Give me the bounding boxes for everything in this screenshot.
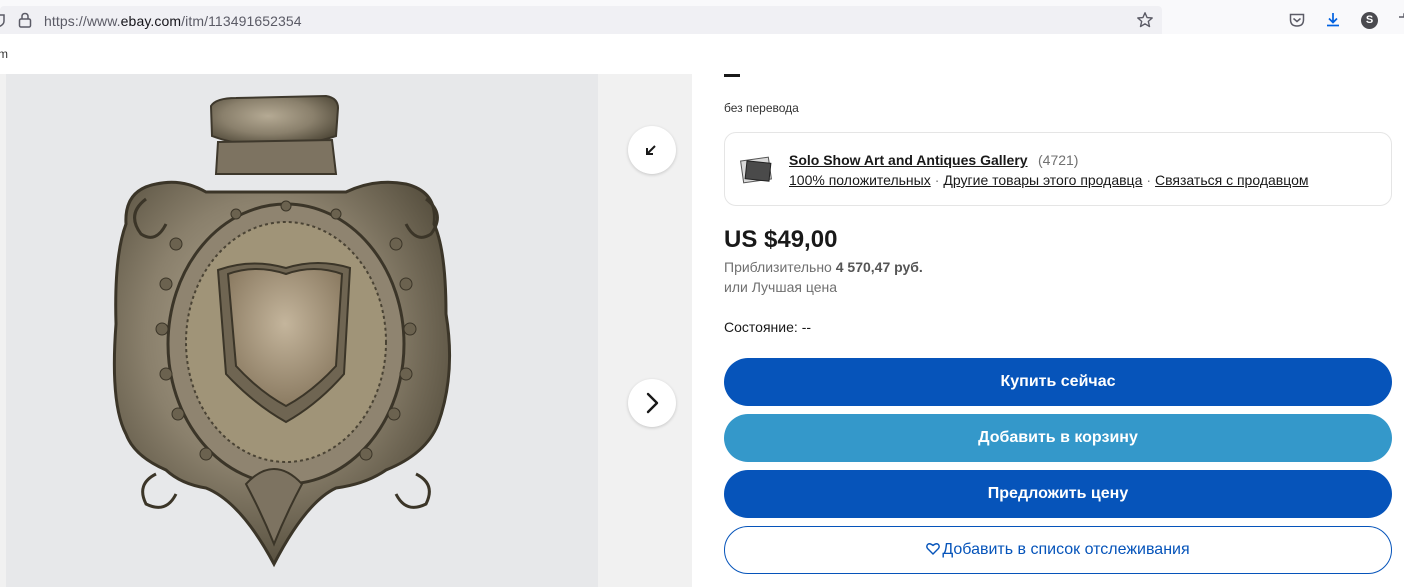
make-offer-button[interactable]: Предложить цену <box>724 470 1392 518</box>
positive-feedback-link[interactable]: 100% положительных <box>789 172 931 188</box>
extensions-icon[interactable] <box>1396 11 1404 29</box>
add-to-cart-button[interactable]: Добавить в корзину <box>724 414 1392 462</box>
product-image[interactable] <box>6 74 598 587</box>
seller-avatar[interactable] <box>739 153 775 187</box>
separator: · <box>1146 172 1152 188</box>
url-text[interactable]: https://www.ebay.com/itm/113491652354 <box>44 13 302 29</box>
approx-label: Приблизительно <box>724 259 832 275</box>
seller-feedback-count: (4721) <box>1038 152 1079 168</box>
other-items-link[interactable]: Другие товары этого продавца <box>943 172 1142 188</box>
best-offer-text: или Лучшая цена <box>724 279 837 295</box>
seller-name-link[interactable]: Solo Show Art and Antiques Gallery <box>789 152 1028 168</box>
condition: Состояние: -- <box>724 319 811 335</box>
heart-icon <box>926 543 941 555</box>
contact-seller-link[interactable]: Связаться с продавцом <box>1155 172 1308 188</box>
star-icon[interactable] <box>1136 11 1154 29</box>
next-image-button[interactable] <box>628 379 676 427</box>
approx-price: Приблизительно 4 570,47 руб. <box>724 259 923 275</box>
translation-note: без перевода <box>724 101 799 115</box>
condition-value: -- <box>801 319 812 335</box>
download-icon[interactable] <box>1324 11 1342 29</box>
add-to-watchlist-button[interactable]: Добавить в список отслеживания <box>724 526 1392 574</box>
address-bar[interactable]: https://www.ebay.com/itm/113491652354 <box>0 6 1162 34</box>
condition-label: Состояние: <box>724 319 798 335</box>
approx-value: 4 570,47 руб. <box>835 259 923 275</box>
title-fragment <box>724 74 740 77</box>
account-icon[interactable]: S <box>1361 12 1378 29</box>
collapse-image-button[interactable] <box>628 126 676 174</box>
watch-label: Добавить в список отслеживания <box>942 541 1190 558</box>
url-host: ebay.com <box>120 13 182 29</box>
separator: · <box>934 172 940 188</box>
price: US $49,00 <box>724 226 838 253</box>
tracking-shield-icon[interactable] <box>0 12 6 28</box>
page-subbar: m <box>0 34 1404 74</box>
url-prefix: https://www. <box>44 13 121 29</box>
image-gallery <box>0 74 692 587</box>
pocket-icon[interactable] <box>1288 11 1306 29</box>
badge-image <box>112 94 452 568</box>
collapse-icon <box>646 145 656 155</box>
browser-toolbar: https://www.ebay.com/itm/113491652354 S <box>0 0 1404 35</box>
page: https://www.ebay.com/itm/113491652354 S … <box>0 0 1404 587</box>
buy-now-button[interactable]: Купить сейчас <box>724 358 1392 406</box>
subbar-text: m <box>0 47 8 61</box>
chevron-right-icon <box>646 392 659 414</box>
seller-links: 100% положительных · Другие товары этого п… <box>789 172 1308 188</box>
lock-icon[interactable] <box>18 12 32 28</box>
url-path: /itm/113491652354 <box>181 13 302 29</box>
seller-card: Solo Show Art and Antiques Gallery (4721… <box>724 132 1392 206</box>
